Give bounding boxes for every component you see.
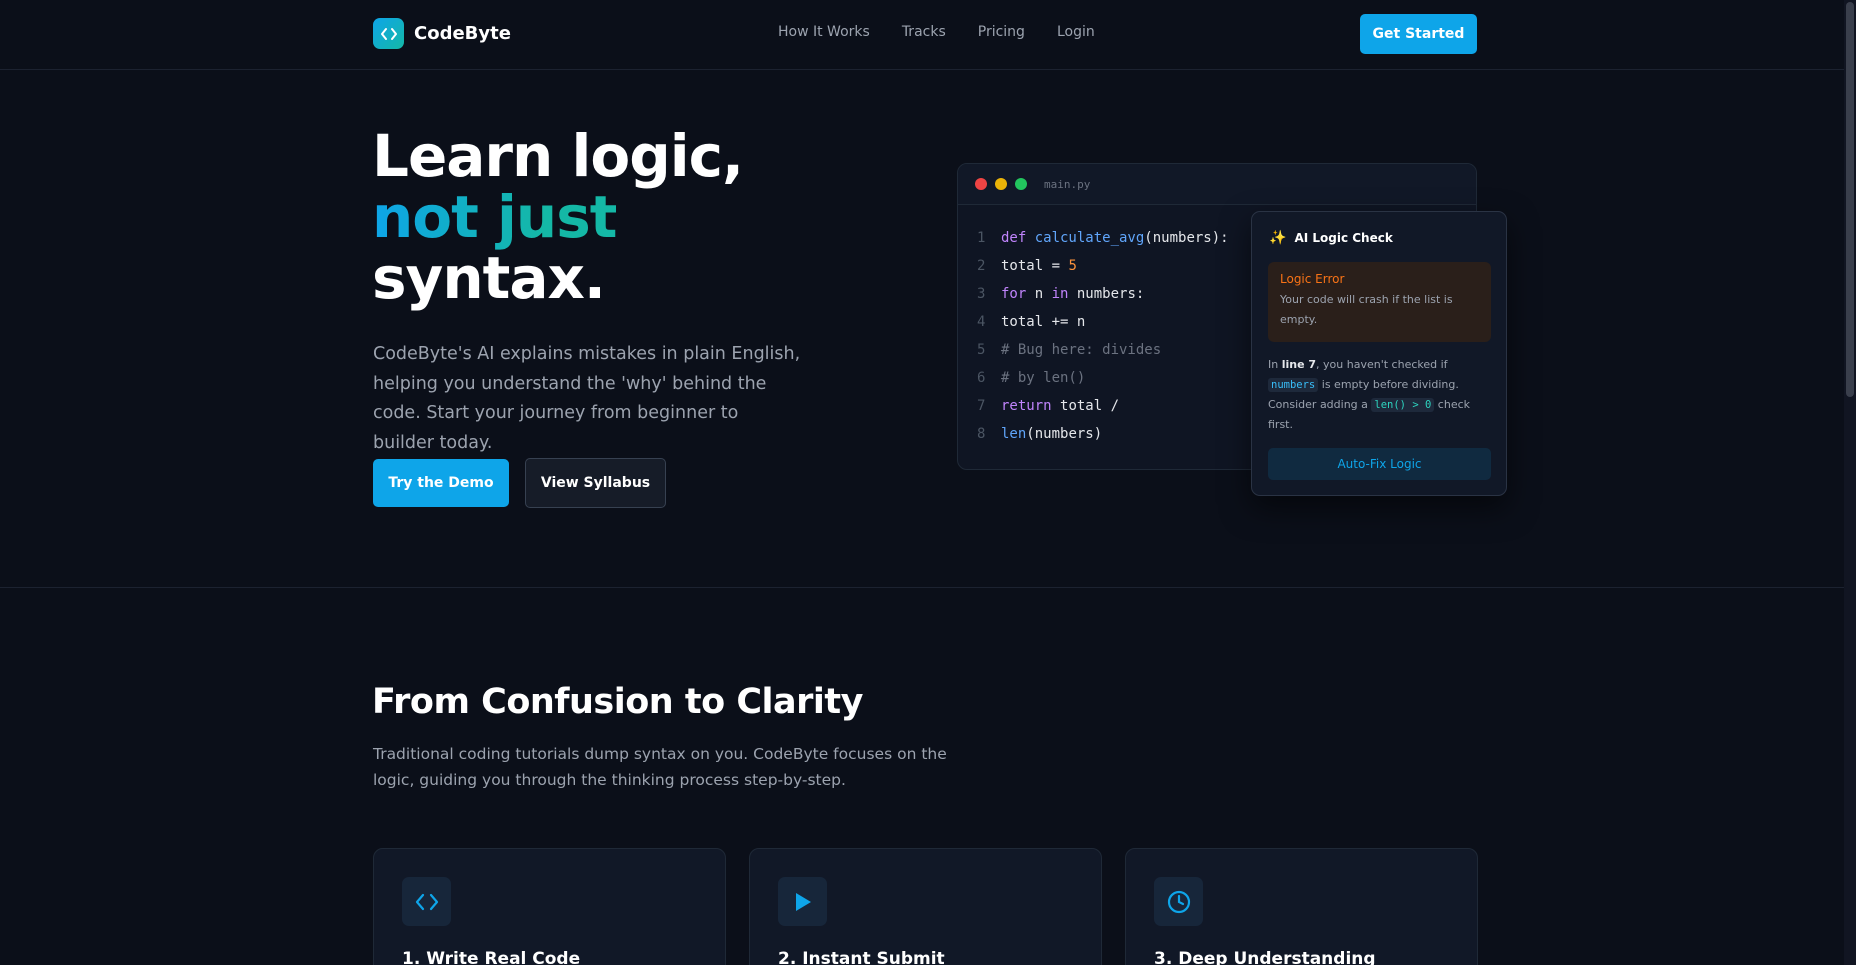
scrollbar-track[interactable] (1844, 0, 1856, 965)
play-icon (778, 877, 827, 926)
code-token: total / (1060, 398, 1120, 414)
code-brackets-icon (373, 18, 404, 49)
ai-panel-title: AI Logic Check (1294, 231, 1393, 245)
editor-titlebar: main.py (958, 164, 1476, 205)
code-token: (numbers) (1026, 426, 1103, 442)
line-code: # Bug here: divides (1001, 342, 1161, 358)
close-dot-icon (975, 178, 987, 190)
line-number: 8 (977, 426, 986, 442)
ai-text: , you haven't checked if (1316, 358, 1448, 371)
line-code: total = 5 (1001, 258, 1077, 274)
error-text: Your code will crash if the list is empt… (1280, 293, 1453, 326)
code-token: numbers: (1076, 286, 1145, 302)
hero-title-line-1: Learn logic, (372, 122, 744, 190)
get-started-button[interactable]: Get Started (1360, 14, 1477, 54)
code-numbers: numbers (1268, 378, 1319, 392)
ai-explanation: In line 7, you haven't checked if number… (1268, 355, 1496, 435)
maximize-dot-icon (1015, 178, 1027, 190)
code-token: len (1001, 426, 1027, 442)
section-description: Traditional coding tutorials dump syntax… (373, 745, 947, 789)
code-token: # by len() (1001, 370, 1086, 386)
line-number: 4 (977, 314, 986, 330)
ai-logic-check-panel: ✨ AI Logic Check Logic Error Your code w… (1251, 211, 1507, 496)
error-title: Logic Error (1280, 272, 1345, 286)
code-token: def (1001, 230, 1035, 246)
line-number: 3 (977, 286, 986, 302)
sparkles-icon: ✨ (1269, 230, 1287, 246)
code-token: # Bug here: divides (1001, 342, 1162, 358)
ai-panel-header: ✨ AI Logic Check (1269, 230, 1393, 246)
code-token: 5 (1068, 258, 1077, 274)
code-token: for (1001, 286, 1035, 302)
nav-tracks[interactable]: Tracks (902, 24, 946, 40)
code-token: (numbers): (1144, 230, 1229, 246)
code-token: n (1034, 286, 1052, 302)
line-reference: line 7 (1281, 358, 1317, 371)
auto-fix-logic-button[interactable]: Auto-Fix Logic (1268, 448, 1491, 480)
code-token: in (1051, 286, 1077, 302)
feature-card-write-code[interactable]: 1. Write Real Code (373, 848, 726, 965)
line-code: return total / (1001, 398, 1119, 414)
section-title: From Confusion to Clarity (372, 682, 863, 722)
code-brackets-icon (402, 877, 451, 926)
line-number: 7 (977, 398, 986, 414)
code-token: calculate_avg (1034, 230, 1145, 246)
logic-error-box: Logic Error Your code will crash if the … (1268, 262, 1491, 342)
line-code: # by len() (1001, 370, 1085, 386)
card-title: 3. Deep Understanding (1154, 949, 1376, 965)
code-token: return (1001, 398, 1061, 414)
code-token: total = (1001, 258, 1069, 274)
site-header: CodeByte How It Works Tracks Pricing Log… (0, 0, 1844, 70)
nav-pricing[interactable]: Pricing (978, 24, 1025, 40)
try-demo-button[interactable]: Try the Demo (373, 459, 509, 507)
hero-title: Learn logic, not just syntax. (372, 122, 744, 312)
feature-card-instant-submit[interactable]: 2. Instant Submit (749, 848, 1102, 965)
minimize-dot-icon (995, 178, 1007, 190)
ai-text: In (1268, 358, 1282, 371)
hero-title-line-3: syntax. (372, 244, 606, 312)
feature-card-deep-understanding[interactable]: 3. Deep Understanding (1125, 848, 1478, 965)
line-code: len(numbers) (1001, 426, 1102, 442)
code-len-check: len() > 0 (1371, 398, 1435, 412)
hero-title-line-2: not just (372, 183, 617, 251)
nav-how-it-works[interactable]: How It Works (778, 24, 870, 40)
editor-filename: main.py (1044, 177, 1091, 191)
code-token: total += n (1001, 314, 1086, 330)
logo[interactable]: CodeByte (373, 18, 511, 49)
line-number: 5 (977, 342, 986, 358)
clock-icon (1154, 877, 1203, 926)
scrollbar-thumb[interactable] (1846, 2, 1854, 397)
hero-subtitle: CodeByte's AI explains mistakes in plain… (373, 344, 801, 453)
view-syllabus-button[interactable]: View Syllabus (525, 458, 666, 508)
nav-login[interactable]: Login (1057, 24, 1095, 40)
card-title: 1. Write Real Code (402, 949, 581, 965)
line-number: 1 (977, 230, 986, 246)
line-code: for n in numbers: (1001, 286, 1144, 302)
card-title: 2. Instant Submit (778, 949, 945, 965)
brand-name: CodeByte (414, 23, 511, 44)
main-nav: How It Works Tracks Pricing Login (778, 24, 1127, 40)
line-number: 2 (977, 258, 986, 274)
line-code: total += n (1001, 314, 1085, 330)
line-code: def calculate_avg(numbers): (1001, 230, 1229, 246)
line-number: 6 (977, 370, 986, 386)
section-divider (0, 587, 1844, 588)
